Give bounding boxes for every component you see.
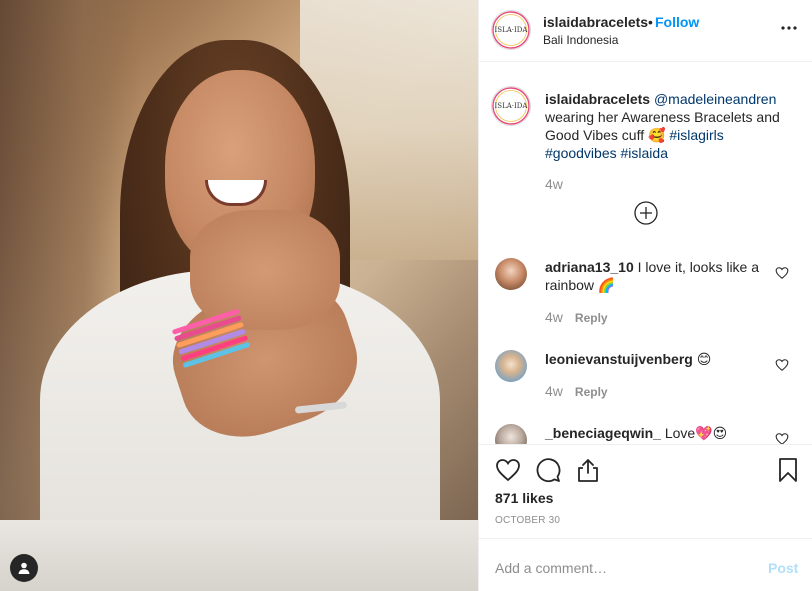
post-location[interactable]: Bali Indonesia xyxy=(543,33,618,47)
caption-username[interactable]: islaidabracelets xyxy=(545,91,650,107)
post-date[interactable]: OCTOBER 30 xyxy=(495,515,560,526)
comment-text: leonievanstuijvenberg 😊 xyxy=(545,350,767,368)
hashtag-islagirls[interactable]: #islagirls xyxy=(669,127,723,143)
follow-button[interactable]: Follow xyxy=(655,14,699,30)
comment-meta: 4w Reply xyxy=(545,309,608,325)
caption-body: wearing her Awareness Bracelets and Good… xyxy=(545,109,780,143)
comment-text: _beneciageqwin_ Love💖😍 xyxy=(545,424,767,442)
reply-button[interactable]: Reply xyxy=(575,311,608,325)
comment-input[interactable]: Add a comment… xyxy=(495,560,607,576)
comment-username[interactable]: leonievanstuijvenberg xyxy=(545,351,693,367)
heart-icon[interactable] xyxy=(775,266,789,280)
heart-icon[interactable] xyxy=(775,358,789,372)
hashtag-islaida[interactable]: #islaida xyxy=(621,145,668,161)
photo-hands xyxy=(190,210,340,330)
likes-count[interactable]: 871 likes xyxy=(495,490,553,506)
owner-avatar[interactable]: ISLA·IDA xyxy=(491,10,531,50)
post-header: ISLA·IDA islaidabracelets • Follow Bali … xyxy=(479,0,812,62)
comment-username[interactable]: _beneciageqwin_ xyxy=(545,425,661,441)
comment-meta: 4w Reply xyxy=(545,383,608,399)
svg-text:ISLA·IDA: ISLA·IDA xyxy=(495,102,529,110)
post-comment-button[interactable]: Post xyxy=(768,560,798,576)
comment-timestamp[interactable]: 4w xyxy=(545,309,563,325)
hashtag-goodvibes[interactable]: #goodvibes xyxy=(545,145,617,161)
add-comment-bar: Add a comment… Post xyxy=(479,538,812,591)
bookmark-icon[interactable] xyxy=(775,457,801,483)
comment-timestamp[interactable]: 4w xyxy=(545,383,563,399)
post-photo[interactable] xyxy=(0,0,478,591)
heart-icon[interactable] xyxy=(495,457,521,483)
owner-username[interactable]: islaidabracelets xyxy=(543,14,648,30)
separator-dot: • xyxy=(648,14,653,30)
share-icon[interactable] xyxy=(575,457,601,483)
caption-timestamp[interactable]: 4w xyxy=(545,176,563,192)
photo-table xyxy=(0,520,478,591)
reply-button[interactable]: Reply xyxy=(575,385,608,399)
more-options-icon[interactable] xyxy=(779,18,799,38)
brand-logo-icon: ISLA·IDA xyxy=(492,87,530,125)
user-tag-icon[interactable] xyxy=(10,554,38,582)
caption-text: islaidabracelets @madeleineandren wearin… xyxy=(545,90,795,162)
plus-circle-icon[interactable] xyxy=(634,201,658,225)
post-panel: ISLA·IDA islaidabracelets • Follow Bali … xyxy=(478,0,812,591)
comments-section[interactable]: ISLA·IDA islaidabracelets @madeleineandr… xyxy=(479,62,812,444)
comment-icon[interactable] xyxy=(535,457,561,483)
comment-body: 😊 xyxy=(696,351,712,367)
comment-username[interactable]: adriana13_10 xyxy=(545,259,634,275)
svg-text:ISLA·IDA: ISLA·IDA xyxy=(495,26,529,34)
heart-icon[interactable] xyxy=(775,432,789,444)
caption-avatar[interactable]: ISLA·IDA xyxy=(491,86,531,126)
comment-body: Love💖😍 xyxy=(664,425,728,441)
commenter-avatar[interactable] xyxy=(495,258,527,290)
commenter-avatar[interactable] xyxy=(495,350,527,382)
brand-logo-icon: ISLA·IDA xyxy=(492,11,530,49)
post-actions: 871 likes OCTOBER 30 xyxy=(479,444,812,540)
commenter-avatar[interactable] xyxy=(495,424,527,444)
caption-mention[interactable]: @madeleineandren xyxy=(654,91,776,107)
comment-text: adriana13_10 I love it, looks like a rai… xyxy=(545,258,767,294)
